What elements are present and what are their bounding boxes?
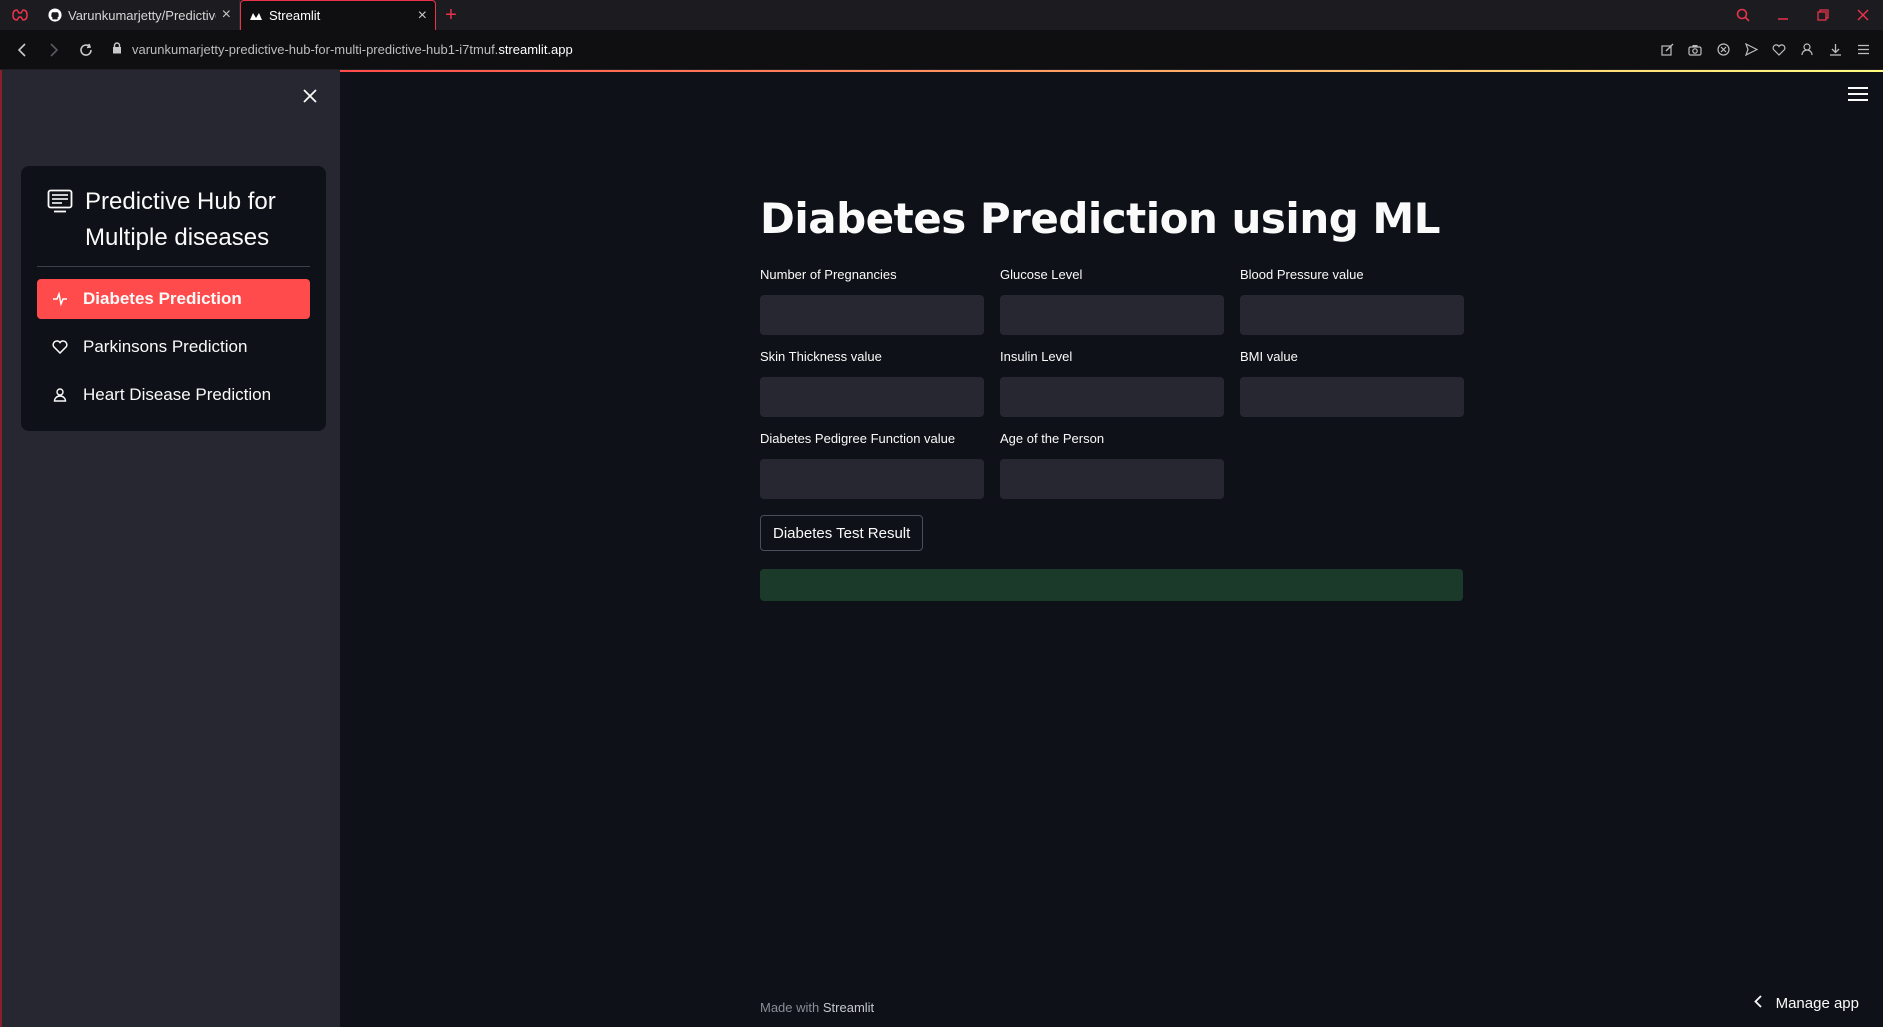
manage-app-label: Manage app <box>1775 995 1859 1012</box>
person-icon <box>51 386 69 404</box>
restore-icon[interactable] <box>1803 0 1843 30</box>
reload-icon[interactable] <box>70 34 102 66</box>
close-icon[interactable]: × <box>222 7 231 23</box>
menu-title-text: Predictive Hub for Multiple diseases <box>85 188 276 251</box>
streamlit-icon <box>249 9 263 23</box>
pedigree-input[interactable] <box>760 459 984 499</box>
browser-tab-bar: Varunkumarjetty/Predictive × Streamlit ×… <box>0 0 1883 30</box>
minimize-icon[interactable] <box>1763 0 1803 30</box>
close-icon[interactable]: × <box>418 7 427 24</box>
field-skin-thickness: Skin Thickness value <box>760 349 984 417</box>
activity-icon <box>51 290 69 308</box>
field-label: Diabetes Pedigree Function value <box>760 431 956 446</box>
manage-app-button[interactable]: Manage app <box>1753 995 1859 1012</box>
search-icon[interactable] <box>1723 0 1763 30</box>
field-label: Insulin Level <box>1000 349 1073 364</box>
field-label: Age of the Person <box>1000 431 1105 446</box>
heart-outline-icon[interactable] <box>1769 40 1789 60</box>
url-host: streamlit.app <box>498 42 573 57</box>
address-bar: varunkumarjetty-predictive-hub-for-multi… <box>0 30 1883 70</box>
new-tab-button[interactable]: + <box>436 0 466 30</box>
url-field[interactable]: varunkumarjetty-predictive-hub-for-multi… <box>112 42 573 57</box>
tab-label: Varunkumarjetty/Predictive <box>68 7 216 23</box>
profile-icon[interactable] <box>1797 40 1817 60</box>
field-blood-pressure: Blood Pressure value <box>1240 267 1464 335</box>
streamlit-app: Predictive Hub for Multiple diseases Dia… <box>0 70 1883 1027</box>
option-menu: Predictive Hub for Multiple diseases Dia… <box>21 166 326 431</box>
age-input[interactable] <box>1000 459 1224 499</box>
edit-icon[interactable] <box>1657 40 1677 60</box>
download-icon[interactable] <box>1825 40 1845 60</box>
field-age: Age of the Person <box>1000 431 1224 499</box>
sidebar-item-label: Heart Disease Prediction <box>83 385 272 404</box>
diabetes-test-result-button[interactable]: Diabetes Test Result <box>760 515 924 551</box>
close-sidebar-icon[interactable] <box>296 82 324 110</box>
tab-github[interactable]: Varunkumarjetty/Predictive × <box>40 0 240 30</box>
tab-label: Streamlit <box>269 8 321 23</box>
main-menu-icon[interactable] <box>1847 84 1869 104</box>
url-path: varunkumarjetty-predictive-hub-for-multi… <box>132 42 499 57</box>
field-label: Blood Pressure value <box>1240 267 1364 282</box>
forward-icon[interactable] <box>38 34 70 66</box>
field-label: Number of Pregnancies <box>760 267 897 282</box>
sidebar-item-heart-disease[interactable]: Heart Disease Prediction <box>37 375 310 415</box>
field-label: Skin Thickness value <box>760 349 882 364</box>
bmi-input[interactable] <box>1240 377 1464 417</box>
field-label: BMI value <box>1240 349 1298 364</box>
browser-menu-lines-icon[interactable] <box>1853 40 1873 60</box>
sidebar-item-label: Diabetes Prediction <box>83 289 242 308</box>
pregnancies-input[interactable] <box>760 295 984 335</box>
blood-pressure-input[interactable] <box>1240 295 1464 335</box>
hospital-icon <box>47 184 75 224</box>
field-glucose: Glucose Level <box>1000 267 1224 335</box>
menu-items: Diabetes Prediction Parkinsons Predictio… <box>37 279 310 415</box>
field-label: Glucose Level <box>1000 267 1083 282</box>
lock-icon <box>112 42 122 57</box>
input-grid: Number of Pregnancies Glucose Level Bloo… <box>760 267 1464 499</box>
tab-streamlit[interactable]: Streamlit × <box>240 0 436 30</box>
footer-made-with: Made with <box>760 1000 820 1015</box>
window-controls <box>1723 0 1883 30</box>
sidebar-item-label: Parkinsons Prediction <box>83 337 248 356</box>
back-icon[interactable] <box>6 34 38 66</box>
main-content: Diabetes Prediction using ML Number of P… <box>760 185 1464 601</box>
result-alert <box>760 569 1463 601</box>
close-window-icon[interactable] <box>1843 0 1883 30</box>
block-icon[interactable] <box>1713 40 1733 60</box>
send-icon[interactable] <box>1741 40 1761 60</box>
insulin-input[interactable] <box>1000 377 1224 417</box>
chevron-left-icon <box>1753 995 1762 1012</box>
field-bmi: BMI value <box>1240 349 1464 417</box>
field-pedigree: Diabetes Pedigree Function value <box>760 431 984 499</box>
page-title: Diabetes Prediction using ML <box>760 194 1440 243</box>
skin-thickness-input[interactable] <box>760 377 984 417</box>
footer-brand-link[interactable]: Streamlit <box>823 1000 874 1015</box>
address-bar-tools <box>1657 40 1883 60</box>
field-insulin: Insulin Level <box>1000 349 1224 417</box>
decoration-bar <box>340 70 1883 72</box>
field-pregnancies: Number of Pregnancies <box>760 267 984 335</box>
camera-icon[interactable] <box>1685 40 1705 60</box>
sidebar-item-parkinsons[interactable]: Parkinsons Prediction <box>37 327 310 367</box>
browser-menu-icon[interactable] <box>0 0 40 30</box>
heart-icon <box>51 338 69 356</box>
glucose-input[interactable] <box>1000 295 1224 335</box>
sidebar-item-diabetes[interactable]: Diabetes Prediction <box>37 279 310 319</box>
sidebar: Predictive Hub for Multiple diseases Dia… <box>0 70 340 1027</box>
footer: Made with Streamlit <box>760 1000 874 1015</box>
menu-title: Predictive Hub for Multiple diseases <box>37 184 310 267</box>
github-icon <box>48 8 62 22</box>
